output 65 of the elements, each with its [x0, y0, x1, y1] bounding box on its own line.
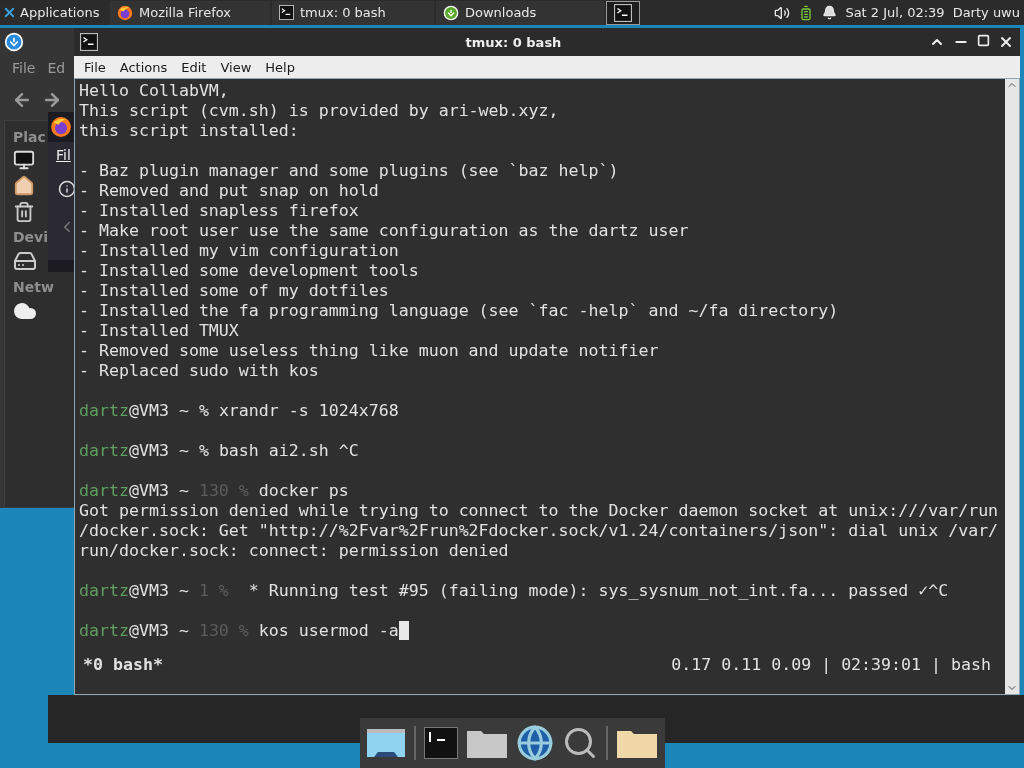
- xfce-icon: [2, 5, 17, 20]
- task-label: tmux: 0 bash: [300, 5, 386, 20]
- output-line: - Installed TMUX: [79, 321, 239, 341]
- tmux-window-label: *0 bash*: [83, 655, 163, 675]
- browser-icon: [117, 4, 133, 21]
- output-line: - Removed and put snap on hold: [79, 181, 379, 201]
- globe-icon[interactable]: [516, 724, 554, 762]
- browser-icon: [50, 116, 72, 138]
- output-line: - Replaced sudo with kos: [79, 361, 319, 381]
- output-line: - Installed some development tools: [79, 261, 419, 281]
- download-icon: [4, 32, 24, 52]
- menu-item[interactable]: Edit: [175, 59, 213, 75]
- prompt-line: dartz@VM3 ~ % bash ai2.sh ^C: [79, 441, 359, 461]
- output-line: - Installed my vim configuration: [79, 241, 399, 261]
- menu-item[interactable]: Actions: [113, 59, 174, 75]
- tmux-status: 0.17 0.11 0.09 | 02:39:01 | bash: [671, 655, 991, 675]
- close-icon[interactable]: [998, 34, 1014, 50]
- output-line: - Installed the fa programming language (see `fac -help` and ~/fa directory): [79, 301, 839, 321]
- output-line: - Installed snapless firefox: [79, 201, 359, 221]
- output-line: this script installed:: [79, 121, 299, 141]
- back-icon[interactable]: [12, 90, 32, 110]
- bell-icon[interactable]: [822, 5, 838, 20]
- menu-item[interactable]: View: [214, 59, 258, 75]
- terminal-icon[interactable]: [424, 727, 458, 759]
- menu-item[interactable]: Ed: [47, 60, 66, 82]
- monitor-icon[interactable]: [13, 149, 35, 171]
- menu-item[interactable]: File: [12, 60, 36, 82]
- output-line: This script (cvm.sh) is provided by ari-web.xyz,: [79, 101, 559, 121]
- section-heading: Netw: [13, 279, 55, 295]
- desktop-icon[interactable]: [366, 727, 406, 759]
- taskbar-button[interactable]: Downloads: [436, 0, 604, 25]
- output-line: /docker.sock: Get "http://%2Fvar%2Frun%2Fdocker.sock/v1.24/containers/json": dial unix /var/: [79, 521, 999, 541]
- forward-icon[interactable]: [42, 90, 62, 110]
- output-line: - Installed some of my dotfiles: [79, 281, 389, 301]
- trash-icon[interactable]: [13, 201, 35, 223]
- home-icon[interactable]: [13, 175, 35, 197]
- download-icon: [443, 4, 459, 21]
- prompt-line: dartz@VM3 ~ % xrandr -s 1024x768: [79, 401, 399, 421]
- output-line: run/docker.sock: connect: permission denied: [79, 541, 509, 561]
- task-label: Downloads: [465, 5, 537, 20]
- output-line: - Baz plugin manager and some plugins (see `baz help`): [79, 161, 619, 181]
- search-icon[interactable]: [562, 725, 598, 761]
- section-heading: Devi: [13, 229, 50, 245]
- drive-icon[interactable]: [13, 249, 37, 273]
- window-title: tmux: 0 bash: [464, 34, 563, 50]
- applications-menu[interactable]: Applications: [0, 5, 110, 20]
- section-heading: Plac: [13, 129, 47, 145]
- volume-icon[interactable]: [774, 4, 791, 21]
- terminal-icon: [614, 3, 632, 22]
- output-line: Hello CollabVM,: [79, 81, 229, 101]
- info-icon[interactable]: [58, 180, 76, 198]
- maximize-icon[interactable]: [977, 34, 990, 47]
- task-label: Mozilla Firefox: [139, 5, 231, 20]
- output-line: Got permission denied while trying to connect to the Docker daemon socket at unix:///var/run: [79, 501, 999, 521]
- terminal-icon: [80, 33, 98, 51]
- output-line: - Removed some useless thing like muon and update notifier: [79, 341, 659, 361]
- menu-item[interactable]: File: [78, 59, 112, 75]
- taskbar-button[interactable]: [606, 0, 640, 25]
- menu-item[interactable]: Help: [259, 59, 301, 75]
- clock[interactable]: Sat 2 Jul, 02:39: [845, 5, 945, 20]
- taskbar-button[interactable]: tmux: 0 bash: [272, 0, 434, 25]
- terminal-icon: [279, 5, 294, 20]
- user-name[interactable]: Darty uwu: [952, 5, 1020, 20]
- output-line: - Make root user use the same configuration as the dartz user: [79, 221, 689, 241]
- taskbar-button[interactable]: Mozilla Firefox: [110, 0, 270, 25]
